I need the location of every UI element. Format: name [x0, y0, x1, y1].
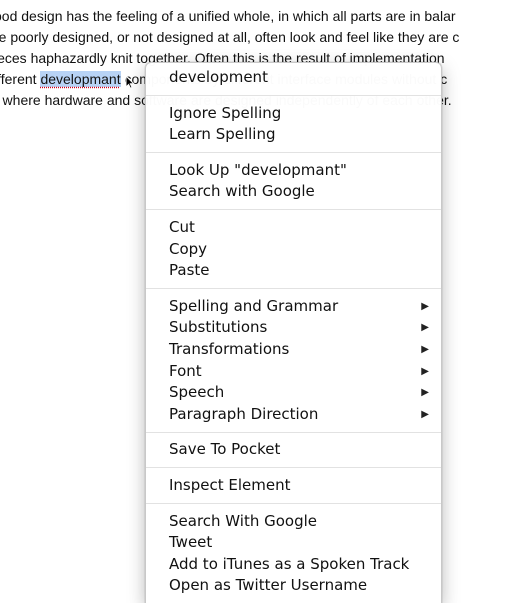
menu-item-font[interactable]: Font ▶: [146, 361, 441, 383]
menu-separator: [146, 95, 441, 97]
menu-item-label: Transformations: [169, 339, 290, 358]
menu-separator: [146, 431, 441, 433]
menu-item-label: Spelling and Grammar: [169, 296, 339, 315]
menu-item-label: Add to iTunes as a Spoken Track: [169, 554, 410, 573]
menu-item-paragraph-direction[interactable]: Paragraph Direction ▶: [146, 404, 441, 426]
menu-item-add-to-itunes-as-a-spoken-track[interactable]: Add to iTunes as a Spoken Track: [146, 554, 441, 576]
context-menu: development Ignore Spelling Learn Spelling…: [145, 62, 442, 603]
text-segment: ifferent: [0, 71, 37, 87]
menu-item-label: Copy: [169, 239, 208, 258]
menu-item-open-as-twitter-username[interactable]: Open as Twitter Username: [146, 575, 441, 597]
menu-separator: [146, 503, 441, 504]
menu-item-copy[interactable]: Copy: [146, 239, 441, 261]
menu-item-look-up-developmant[interactable]: Look Up "developmant": [146, 160, 441, 182]
menu-item-substitutions[interactable]: Substitutions ▶: [146, 317, 441, 339]
misspelled-word[interactable]: developmant: [40, 71, 121, 87]
menu-item-tweet[interactable]: Tweet: [146, 532, 441, 554]
menu-item-learn-spelling[interactable]: Learn Spelling: [146, 124, 441, 146]
menu-item-spelling-and-grammar[interactable]: Spelling and Grammar ▶: [146, 296, 441, 318]
menu-item-label: Open as Twitter Username: [169, 576, 368, 595]
menu-item-label: Speech: [169, 383, 225, 402]
menu-item-paste[interactable]: Paste: [146, 260, 441, 282]
menu-item-label: development: [169, 68, 268, 86]
menu-item-ignore-spelling[interactable]: Ignore Spelling: [146, 103, 441, 125]
submenu-arrow-icon: ▶: [421, 408, 429, 420]
menu-item-label: Cut: [169, 217, 195, 236]
menu-item-development[interactable]: development: [146, 67, 441, 89]
submenu-arrow-icon: ▶: [421, 365, 429, 377]
menu-separator: [146, 152, 441, 154]
menu-item-label: Learn Spelling: [169, 125, 276, 144]
menu-item-inspect-element[interactable]: Inspect Element: [146, 475, 441, 497]
submenu-arrow-icon: ▶: [421, 387, 429, 399]
menu-item-label: Search with Google: [169, 182, 315, 201]
menu-separator: [146, 467, 441, 469]
menu-item-label: Substitutions: [169, 318, 268, 337]
menu-item-speech[interactable]: Speech ▶: [146, 382, 441, 404]
menu-item-label: Look Up "developmant": [169, 160, 347, 179]
text-segment: ood design has the feeling of a unified …: [0, 8, 456, 24]
menu-separator: [146, 288, 441, 290]
pointer-cursor-icon: [125, 75, 135, 89]
menu-item-search-with-google[interactable]: Search with Google: [146, 181, 441, 203]
menu-item-label: Paragraph Direction: [169, 404, 319, 423]
menu-item-transformations[interactable]: Transformations ▶: [146, 339, 441, 361]
submenu-arrow-icon: ▶: [421, 343, 429, 355]
menu-item-save-to-pocket[interactable]: Save To Pocket: [146, 439, 441, 461]
menu-item-label: Ignore Spelling: [169, 103, 282, 122]
submenu-arrow-icon: ▶: [421, 322, 429, 334]
text-line: ood design has the feeling of a unified …: [0, 6, 518, 27]
text-segment: re poorly designed, or not designed at a…: [0, 29, 460, 45]
menu-item-search-with-google[interactable]: Search With Google: [146, 511, 441, 533]
menu-item-cut[interactable]: Cut: [146, 217, 441, 239]
menu-item-label: Font: [169, 361, 202, 380]
menu-item-label: Tweet: [169, 533, 213, 552]
menu-item-label: Search With Google: [169, 511, 318, 530]
menu-item-label: Save To Pocket: [169, 440, 281, 459]
menu-separator: [146, 209, 441, 211]
text-line: re poorly designed, or not designed at a…: [0, 27, 518, 48]
submenu-arrow-icon: ▶: [421, 300, 429, 312]
menu-item-label: Paste: [169, 261, 210, 280]
menu-item-label: Inspect Element: [169, 475, 291, 494]
